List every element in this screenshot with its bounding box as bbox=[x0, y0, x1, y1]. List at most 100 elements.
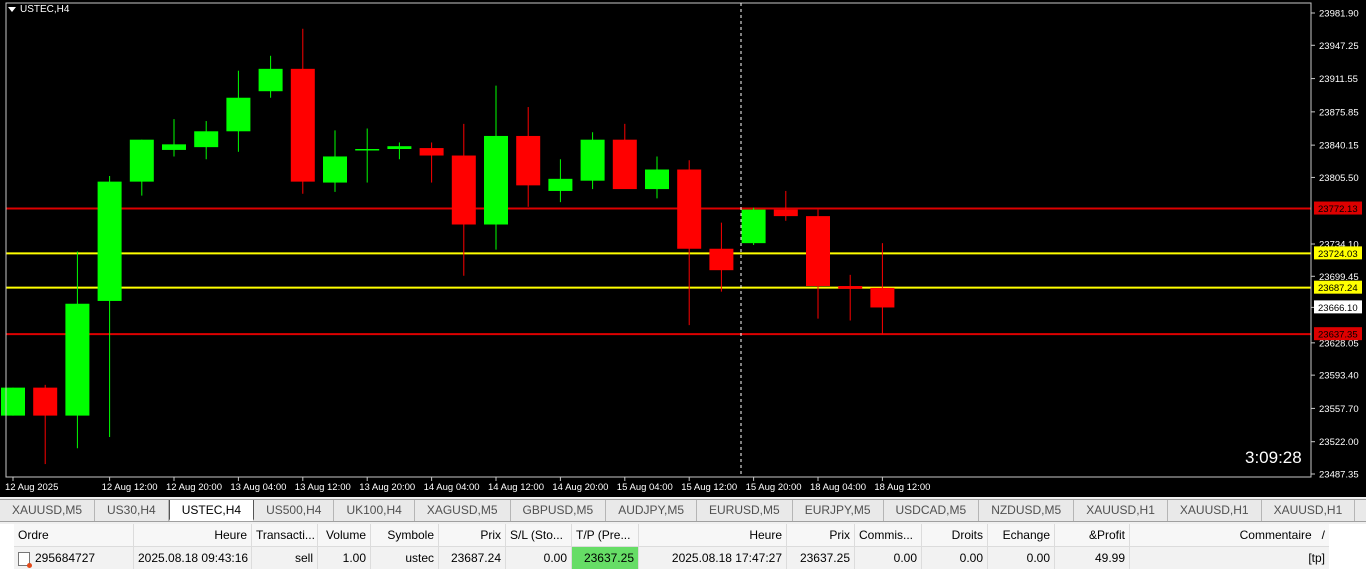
sort-indicator: / bbox=[1321, 528, 1325, 542]
candle-body bbox=[97, 181, 122, 301]
col-transaction[interactable]: Transacti... bbox=[252, 524, 318, 546]
cell-echange: 0.00 bbox=[988, 547, 1055, 569]
col-profit[interactable]: &Profit bbox=[1055, 524, 1130, 546]
current-price-label: 23666.10 bbox=[1318, 303, 1358, 314]
cell-heure-close: 2025.08.18 17:47:27 bbox=[639, 547, 787, 569]
tab-gbpusd-m5[interactable]: GBPUSD,M5 bbox=[511, 500, 607, 521]
symbol-header[interactable]: USTEC,H4 bbox=[8, 4, 69, 15]
candle-body bbox=[451, 155, 476, 225]
cell-commentaire: [tp] bbox=[1308, 551, 1325, 565]
chart-area[interactable]: 23981.90 23947.25 23911.55 23875.85 23840.15… bbox=[0, 0, 1366, 497]
time-tick-label: 18 Aug 04:00 bbox=[810, 482, 866, 493]
time-tick-label: 13 Aug 12:00 bbox=[295, 482, 351, 493]
time-tick-label: 15 Aug 04:00 bbox=[617, 482, 673, 493]
tab-xauusd-h1[interactable]: XAUUSD,H1 bbox=[1168, 500, 1262, 521]
price-tick-label: 23557.70 bbox=[1319, 404, 1359, 415]
price-tick-label: 23911.55 bbox=[1319, 74, 1358, 85]
candle-body bbox=[194, 131, 219, 148]
tab-xauusd-h1[interactable]: XAUUSD,H1 bbox=[1262, 500, 1356, 521]
bar-countdown: 3:09:28 bbox=[1245, 448, 1302, 467]
time-tick-label: 12 Aug 20:00 bbox=[166, 482, 222, 493]
candle-body bbox=[580, 139, 605, 181]
candle-body bbox=[226, 97, 251, 132]
col-commission[interactable]: Commis... bbox=[855, 524, 922, 546]
candle-body bbox=[290, 68, 315, 182]
price-tick-label: 23947.25 bbox=[1319, 41, 1359, 52]
level-tag-label: 23724.03 bbox=[1318, 249, 1358, 260]
tab-us500-h4[interactable]: US500,H4 bbox=[254, 500, 335, 521]
col-volume[interactable]: Volume bbox=[318, 524, 371, 546]
cell-prix: 23687.24 bbox=[439, 547, 506, 569]
tab-eurjpy-weekly[interactable]: EURJPY,Weekly bbox=[1355, 500, 1366, 521]
price-tick-label: 23805.50 bbox=[1319, 173, 1359, 184]
price-tick-label: 23840.15 bbox=[1319, 141, 1359, 152]
cell-prix-close: 23637.25 bbox=[787, 547, 855, 569]
tab-uk100-h4[interactable]: UK100,H4 bbox=[334, 500, 415, 521]
price-tick-label: 23593.40 bbox=[1319, 371, 1359, 382]
candle-body bbox=[870, 287, 895, 308]
time-tick-label: 15 Aug 20:00 bbox=[746, 482, 802, 493]
candle-body bbox=[645, 169, 669, 190]
price-tick-label: 23522.00 bbox=[1319, 437, 1359, 448]
cell-symbole: ustec bbox=[371, 547, 439, 569]
cell-transaction: sell bbox=[252, 547, 318, 569]
candle-body bbox=[129, 139, 154, 182]
table-header: Ordre Heure Transacti... Volume Symbole … bbox=[14, 524, 1329, 547]
level-tag-label: 23687.24 bbox=[1318, 283, 1358, 294]
level-tag-label: 23637.35 bbox=[1318, 330, 1358, 341]
time-tick-label: 12 Aug 2025 bbox=[5, 482, 58, 493]
col-commentaire[interactable]: Commentaire / bbox=[1130, 524, 1329, 546]
tab-xauusd-m5[interactable]: XAUUSD,M5 bbox=[0, 500, 96, 521]
candle-body bbox=[162, 144, 186, 150]
time-tick-label: 18 Aug 12:00 bbox=[874, 482, 930, 493]
candle-body bbox=[548, 178, 573, 191]
candle-body bbox=[419, 148, 444, 156]
tab-nzdusd-m5[interactable]: NZDUSD,M5 bbox=[979, 500, 1075, 521]
tab-audjpy-m5[interactable]: AUDJPY,M5 bbox=[606, 500, 697, 521]
tab-ustec-h4[interactable]: USTEC,H4 bbox=[168, 500, 255, 521]
candles-layer bbox=[1, 28, 895, 465]
table-row[interactable]: 295684727 2025.08.18 09:43:16 sell 1.00 … bbox=[14, 547, 1329, 569]
candle-body bbox=[387, 146, 412, 150]
dropdown-triangle-icon[interactable] bbox=[8, 7, 16, 12]
price-tick-label: 23981.90 bbox=[1319, 9, 1359, 20]
candle-body bbox=[677, 169, 702, 249]
symbol-label: USTEC,H4 bbox=[20, 4, 70, 15]
order-sell-icon bbox=[18, 551, 32, 568]
cell-volume: 1.00 bbox=[318, 547, 371, 569]
time-tick-label: 14 Aug 20:00 bbox=[552, 482, 608, 493]
candle-body bbox=[741, 209, 766, 244]
tab-xagusd-m5[interactable]: XAGUSD,M5 bbox=[415, 500, 511, 521]
col-symbole[interactable]: Symbole bbox=[371, 524, 439, 546]
candle-body bbox=[33, 387, 58, 416]
candle-body bbox=[838, 286, 863, 289]
tab-usdcad-m5[interactable]: USDCAD,M5 bbox=[884, 500, 980, 521]
candle-body bbox=[516, 135, 541, 186]
price-chart[interactable]: 23981.90 23947.25 23911.55 23875.85 23840.15… bbox=[0, 0, 1366, 497]
level-tag-label: 23772.13 bbox=[1318, 204, 1358, 215]
col-prix[interactable]: Prix bbox=[439, 524, 506, 546]
col-ordre[interactable]: Ordre bbox=[14, 524, 134, 546]
tab-eurusd-m5[interactable]: EURUSD,M5 bbox=[697, 500, 793, 521]
time-tick-label: 12 Aug 12:00 bbox=[102, 482, 158, 493]
col-tp[interactable]: T/P (Pre... bbox=[572, 524, 639, 546]
col-heure-close[interactable]: Heure bbox=[639, 524, 787, 546]
tab-eurjpy-m5[interactable]: EURJPY,M5 bbox=[793, 500, 884, 521]
price-tick-label: 23487.35 bbox=[1319, 470, 1359, 481]
price-tick-label: 23875.85 bbox=[1319, 107, 1359, 118]
col-prix-close[interactable]: Prix bbox=[787, 524, 855, 546]
time-tick-label: 15 Aug 12:00 bbox=[681, 482, 737, 493]
col-echange[interactable]: Echange bbox=[988, 524, 1055, 546]
time-tick-label: 14 Aug 04:00 bbox=[424, 482, 480, 493]
plot-frame bbox=[5, 2, 1312, 478]
candle-body bbox=[773, 209, 798, 217]
tab-xauusd-h1[interactable]: XAUUSD,H1 bbox=[1074, 500, 1168, 521]
cell-profit: 49.99 bbox=[1055, 547, 1130, 569]
col-droits[interactable]: Droits bbox=[922, 524, 988, 546]
cell-sl: 0.00 bbox=[506, 547, 572, 569]
col-heure[interactable]: Heure bbox=[134, 524, 252, 546]
tab-us30-h4[interactable]: US30,H4 bbox=[95, 500, 169, 521]
cell-ordre: 295684727 bbox=[14, 547, 134, 569]
candle-body bbox=[709, 248, 734, 271]
col-sl[interactable]: S/L (Sto... bbox=[506, 524, 572, 546]
